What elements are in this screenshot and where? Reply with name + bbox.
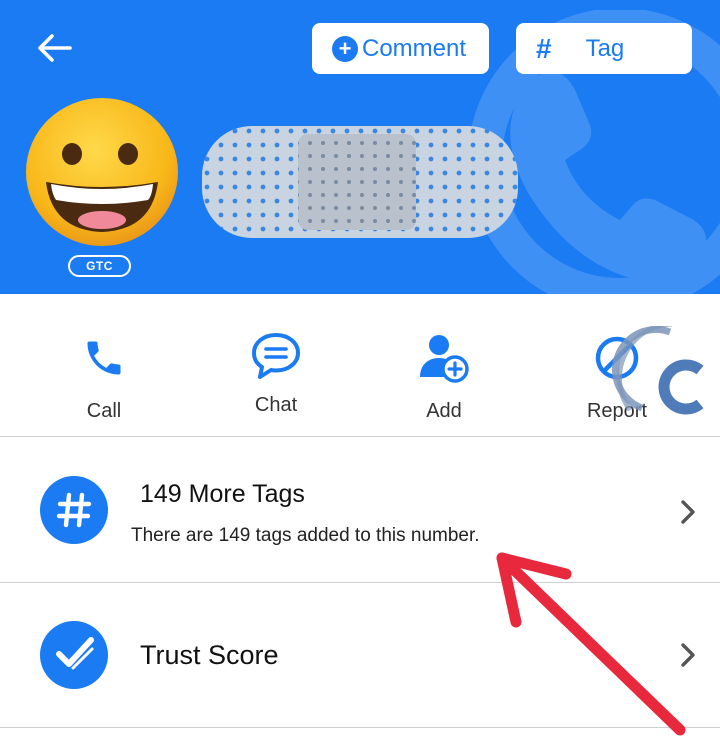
call-label: Call xyxy=(86,400,122,422)
plus-circle-icon: + xyxy=(332,35,358,62)
grinning-face-avatar[interactable] xyxy=(24,96,180,248)
chevron-right-icon xyxy=(681,500,695,524)
profile-header: + Comment # Tag GTC xyxy=(0,0,720,294)
tag-label: Tag xyxy=(585,34,625,62)
more-tags-subtitle: There are 149 tags added to this number. xyxy=(131,525,480,546)
more-tags-title: 149 More Tags xyxy=(140,480,305,508)
add-contact-icon xyxy=(420,335,469,383)
call-button[interactable]: Call xyxy=(44,328,164,423)
add-button[interactable]: Add xyxy=(384,328,504,423)
chat-bubble-icon xyxy=(252,333,300,379)
add-label: Add xyxy=(426,400,462,422)
trust-score-row[interactable]: Trust Score xyxy=(0,583,720,728)
phone-icon xyxy=(87,341,121,375)
back-arrow-icon xyxy=(38,34,72,62)
trust-score-title: Trust Score xyxy=(140,640,279,670)
back-button[interactable] xyxy=(30,26,78,70)
chat-button[interactable]: Chat xyxy=(216,326,336,417)
chevron-right-icon xyxy=(681,643,695,667)
hash-icon: # xyxy=(536,32,552,64)
gtc-badge: GTC xyxy=(68,255,131,277)
hash-icon xyxy=(40,476,108,544)
tag-button[interactable]: # Tag xyxy=(516,23,692,74)
chat-label: Chat xyxy=(254,394,298,416)
more-tags-row[interactable]: 149 More Tags There are 149 tags added t… xyxy=(0,438,720,583)
comment-button[interactable]: + Comment xyxy=(312,23,489,74)
site-logo-watermark xyxy=(612,326,704,415)
censor-bandage-image xyxy=(202,126,518,238)
comment-label: Comment xyxy=(362,34,467,62)
check-badge-icon xyxy=(40,621,108,689)
